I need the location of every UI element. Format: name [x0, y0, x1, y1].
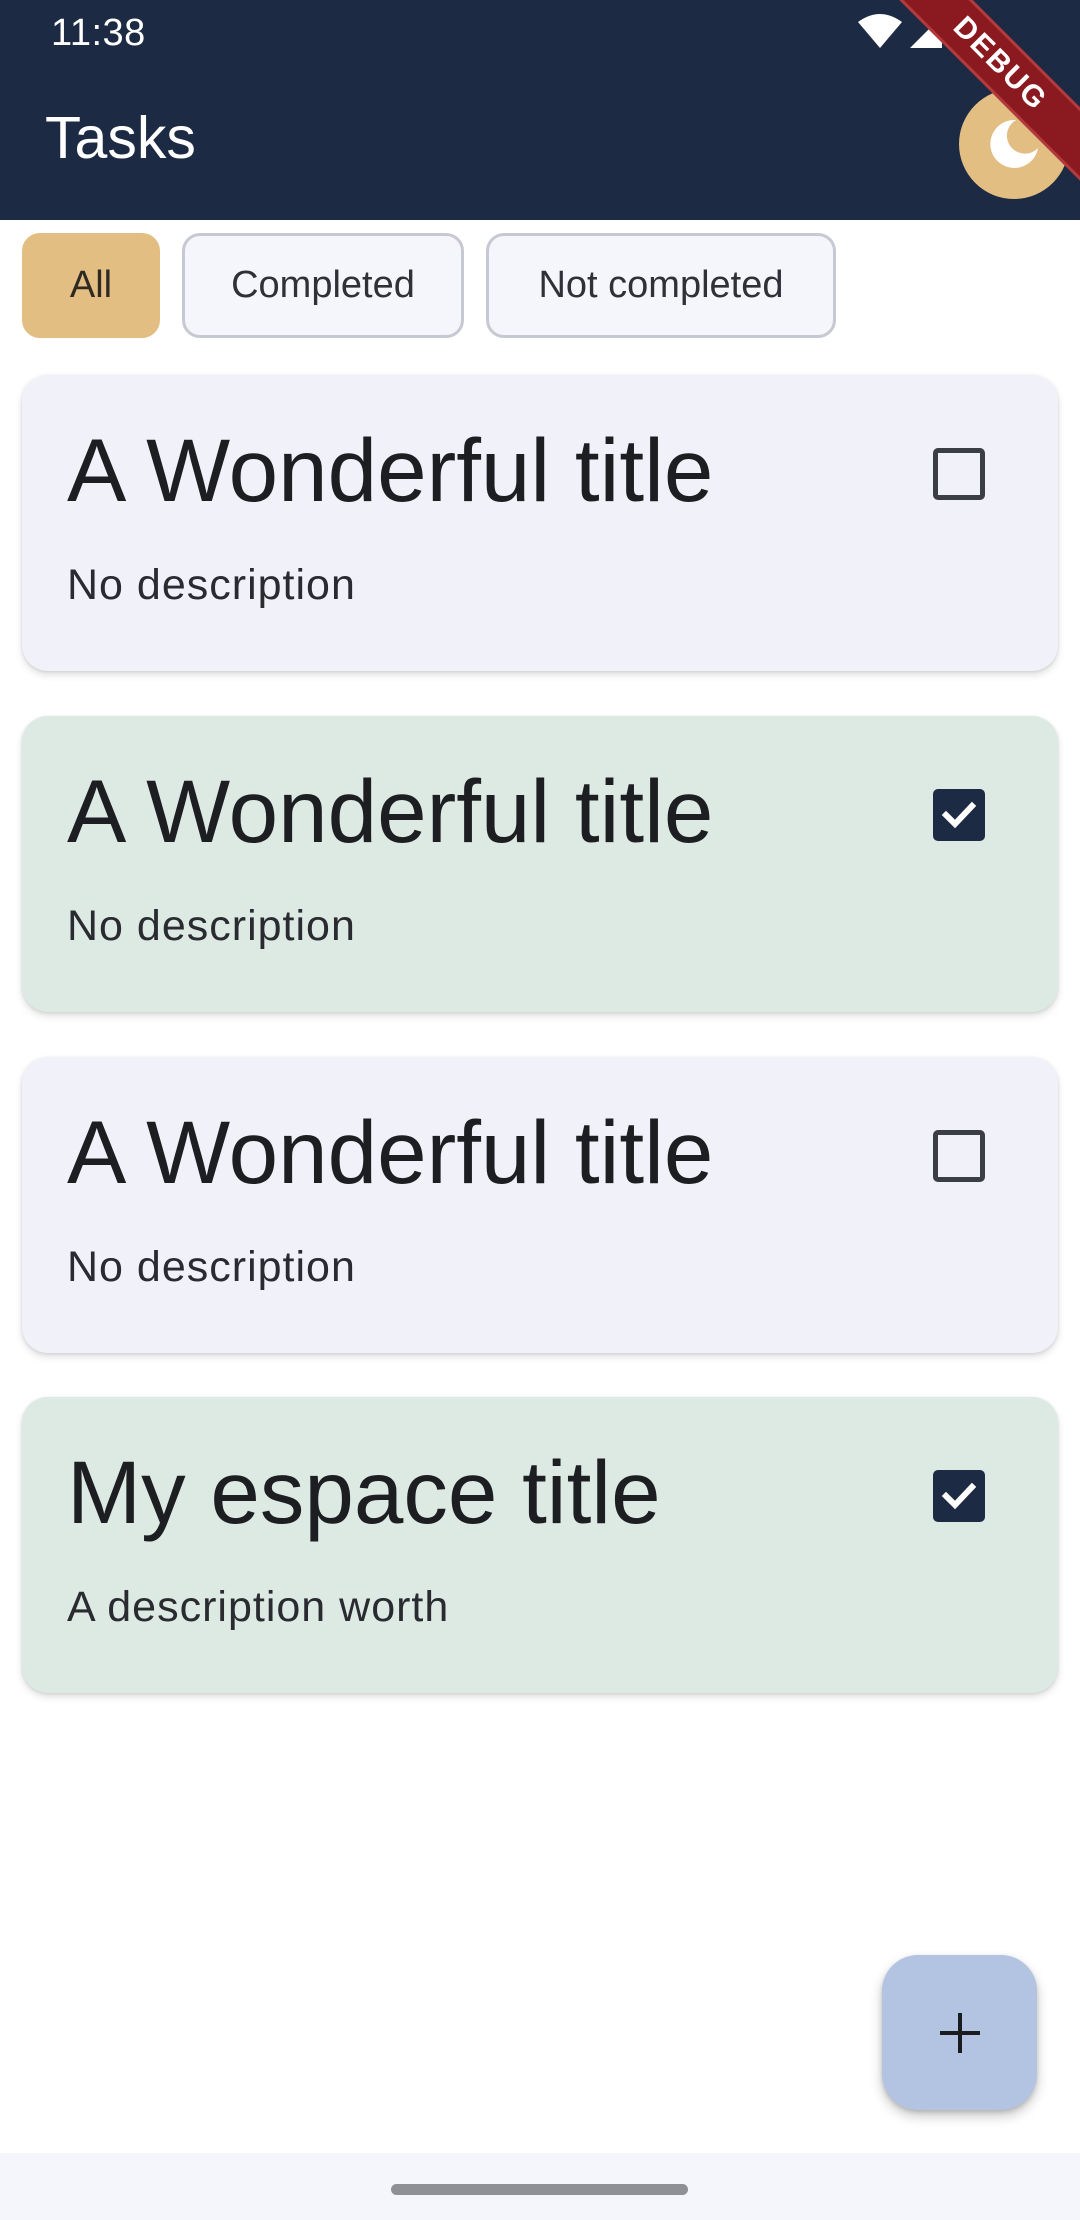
check-icon	[941, 801, 977, 829]
task-title: A Wonderful title	[67, 1102, 714, 1202]
task-checkbox[interactable]	[933, 789, 985, 841]
filter-chip-completed[interactable]: Completed	[182, 233, 464, 338]
task-checkbox[interactable]	[933, 448, 985, 500]
check-icon	[941, 1482, 977, 1510]
task-description: A description worth	[67, 1583, 450, 1631]
plus-icon	[939, 2012, 980, 2053]
filter-chips: All Completed Not completed	[22, 233, 836, 338]
task-description: No description	[67, 1243, 356, 1291]
navigation-bar	[0, 2153, 1080, 2220]
status-time: 11:38	[51, 12, 146, 54]
task-title: A Wonderful title	[67, 761, 714, 861]
filter-chip-not-completed[interactable]: Not completed	[486, 233, 836, 338]
task-description: No description	[67, 902, 356, 950]
task-title: My espace title	[67, 1442, 661, 1542]
app-header: 11:38 Tasks DEBUG	[0, 0, 1080, 220]
task-card[interactable]: My espace title A description worth	[22, 1397, 1058, 1693]
task-card[interactable]: A Wonderful title No description	[22, 375, 1058, 671]
task-title: A Wonderful title	[67, 420, 714, 520]
page-title: Tasks	[45, 105, 196, 171]
task-description: No description	[67, 561, 356, 609]
task-card[interactable]: A Wonderful title No description	[22, 1057, 1058, 1353]
add-task-button[interactable]	[882, 1955, 1037, 2110]
task-checkbox[interactable]	[933, 1130, 985, 1182]
filter-chip-all[interactable]: All	[22, 233, 160, 338]
task-checkbox[interactable]	[933, 1470, 985, 1522]
home-handle[interactable]	[391, 2184, 688, 2195]
task-card[interactable]: A Wonderful title No description	[22, 716, 1058, 1012]
wifi-icon	[858, 14, 902, 48]
